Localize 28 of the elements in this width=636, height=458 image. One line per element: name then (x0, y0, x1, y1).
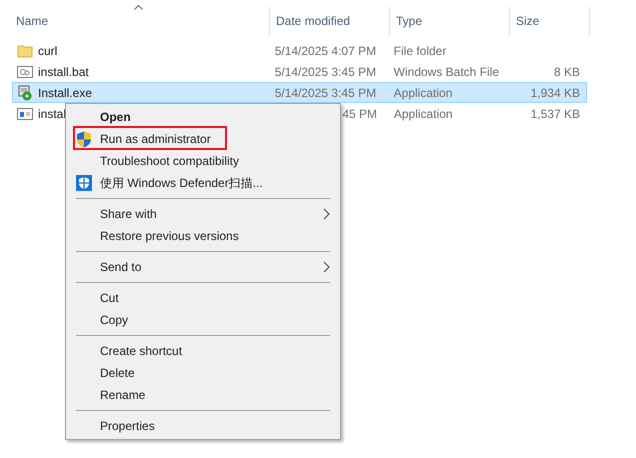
type-cell: Application (394, 86, 452, 100)
menu-label: Properties (100, 418, 155, 435)
menu-label: Create shortcut (100, 343, 182, 360)
type-cell: File folder (394, 44, 446, 58)
file-name: install.bat (38, 64, 89, 80)
menu-label: 使用 Windows Defender扫描... (100, 175, 263, 192)
menu-label: Cut (100, 290, 119, 307)
date-cell-text: 5/14/2025 3:45 PM (274, 64, 376, 80)
menu-label: Send to (100, 259, 142, 276)
menu-label: Share with (100, 206, 157, 223)
menu-label: Rename (100, 387, 146, 404)
file-name: curl (38, 42, 58, 60)
menu-label: Copy (100, 312, 128, 329)
menu-label: Run as administrator (100, 131, 211, 148)
menu-label: Troubleshoot compatibility (100, 153, 239, 170)
size-cell-text: 1,537 KB (530, 106, 580, 122)
file-name: instal (38, 106, 66, 122)
type-cell: Windows Batch File (394, 64, 500, 78)
menu-label: Restore previous versions (100, 228, 239, 245)
size-cell-text: 1,934 KB (530, 84, 580, 102)
file-name: Install.exe (38, 84, 92, 102)
date-cell-text: 45 PM (342, 106, 378, 122)
type-cell: Application (394, 106, 453, 120)
date-cell-text: 5/14/2025 4:07 PM (274, 42, 376, 60)
size-cell-text: 8 KB (554, 64, 580, 80)
date-cell-text: 5/14/2025 3:45 PM (274, 84, 376, 102)
menu-label: Open (100, 109, 131, 126)
menu-label: Delete (100, 365, 135, 382)
